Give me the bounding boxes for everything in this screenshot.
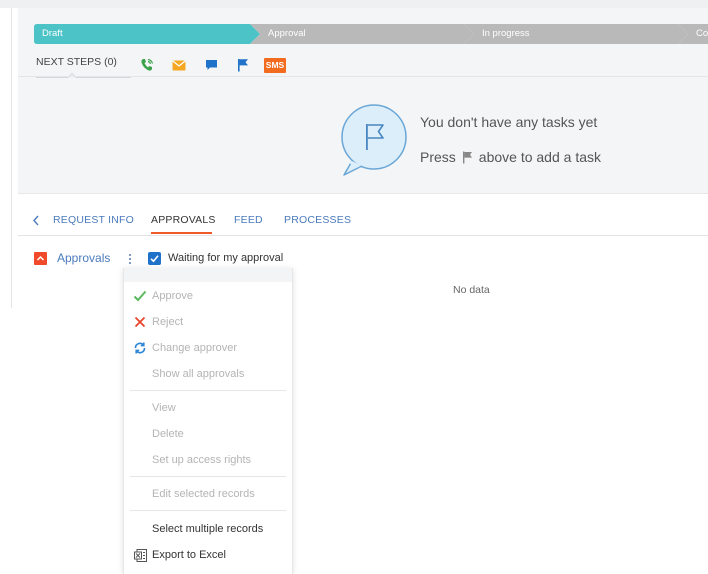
small-flag-icon bbox=[462, 151, 472, 163]
stage-in-progress[interactable]: In progress bbox=[464, 24, 688, 44]
active-tab-indicator bbox=[151, 232, 212, 234]
next-steps-caret bbox=[67, 72, 77, 82]
left-gutter bbox=[0, 8, 18, 574]
no-data-text: No data bbox=[453, 284, 490, 296]
menu-item-view-label: View bbox=[152, 402, 176, 414]
empty-tasks-hint-after: above to add a task bbox=[478, 149, 601, 165]
menu-item-edit-selected-records-label: Edit selected records bbox=[152, 488, 255, 500]
next-steps-divider bbox=[18, 76, 708, 77]
approvals-actions-menu: Approve Reject Change approver Show all … bbox=[123, 268, 293, 574]
top-strip bbox=[0, 0, 708, 8]
approvals-detail-header: Approvals Waiting for my approval bbox=[34, 250, 674, 268]
menu-item-delete-label: Delete bbox=[152, 428, 184, 440]
menu-item-export-to-excel-label: Export to Excel bbox=[152, 549, 226, 561]
chevron-up-icon bbox=[36, 255, 45, 261]
empty-tasks-hint-before: Press bbox=[420, 149, 456, 165]
menu-item-select-multiple-records-label: Select multiple records bbox=[152, 523, 264, 535]
left-divider bbox=[11, 8, 12, 308]
tab-request-info[interactable]: REQUEST INFO bbox=[53, 214, 134, 226]
tab-approvals[interactable]: APPROVALS bbox=[151, 214, 216, 226]
empty-tasks-title: You don't have any tasks yet bbox=[420, 114, 598, 130]
stage-draft-shape bbox=[34, 24, 260, 44]
menu-separator bbox=[130, 390, 286, 391]
tab-feed[interactable]: FEED bbox=[234, 214, 263, 226]
checkmark-icon bbox=[150, 255, 159, 263]
menu-top-band bbox=[124, 268, 292, 282]
waiting-for-approval-checkbox[interactable] bbox=[148, 252, 161, 265]
chevron-left-icon[interactable] bbox=[32, 215, 40, 226]
stage-in-progress-label: In progress bbox=[482, 28, 530, 39]
menu-item-approve-label: Approve bbox=[152, 290, 193, 302]
menu-item-show-all-approvals-label: Show all approvals bbox=[152, 368, 245, 380]
menu-item-change-approver-label: Change approver bbox=[152, 342, 238, 354]
tab-processes[interactable]: PROCESSES bbox=[284, 214, 351, 226]
stage-bar: Draft Approval In progress Com bbox=[34, 24, 708, 44]
record-header-panel: Draft Approval In progress Com NEXT STEP… bbox=[18, 8, 708, 194]
stage-completed-label: Com bbox=[696, 28, 708, 39]
menu-item-set-up-access-rights[interactable]: Set up access rights bbox=[124, 449, 292, 471]
stage-draft-label: Draft bbox=[42, 28, 63, 39]
menu-item-set-up-access-rights-label: Set up access rights bbox=[152, 454, 252, 466]
stage-draft[interactable]: Draft bbox=[34, 24, 260, 44]
envelope-icon[interactable] bbox=[168, 56, 190, 74]
menu-item-approve[interactable]: Approve bbox=[124, 285, 292, 307]
menu-separator bbox=[130, 510, 286, 511]
flag-icon[interactable] bbox=[232, 56, 254, 74]
empty-tasks-flag-bubble-icon bbox=[341, 104, 407, 176]
sms-icon-label: SMS bbox=[264, 57, 286, 73]
checkmark-icon bbox=[132, 289, 148, 303]
menu-item-select-multiple-records[interactable]: Select multiple records bbox=[124, 518, 292, 540]
collapse-button[interactable] bbox=[34, 252, 47, 265]
refresh-icon bbox=[132, 341, 148, 355]
stage-completed[interactable]: Com bbox=[678, 24, 708, 44]
waiting-for-approval-label[interactable]: Waiting for my approval bbox=[168, 252, 283, 264]
menu-separator bbox=[130, 476, 286, 477]
detail-tabs: REQUEST INFO APPROVALS FEED PROCESSES bbox=[18, 208, 708, 236]
menu-item-export-to-excel[interactable]: Export to Excel bbox=[124, 544, 292, 566]
empty-tasks-hint: Press above to add a task bbox=[420, 149, 601, 165]
phone-icon[interactable] bbox=[136, 56, 158, 74]
stage-approval-label: Approval bbox=[268, 28, 306, 39]
menu-item-delete[interactable]: Delete bbox=[124, 423, 292, 445]
menu-item-reject-label: Reject bbox=[152, 316, 184, 328]
stage-approval[interactable]: Approval bbox=[250, 24, 474, 44]
next-steps-label[interactable]: NEXT STEPS (0) bbox=[36, 56, 117, 68]
menu-item-edit-selected-records[interactable]: Edit selected records bbox=[124, 483, 292, 505]
excel-icon bbox=[132, 548, 148, 562]
x-icon bbox=[132, 315, 148, 329]
sms-icon[interactable]: SMS bbox=[264, 56, 286, 74]
next-steps-underline bbox=[36, 77, 131, 78]
menu-item-view[interactable]: View bbox=[124, 397, 292, 419]
menu-item-change-approver[interactable]: Change approver bbox=[124, 337, 292, 359]
menu-item-reject[interactable]: Reject bbox=[124, 311, 292, 333]
chat-icon[interactable] bbox=[200, 56, 222, 74]
approvals-title[interactable]: Approvals bbox=[57, 251, 110, 265]
menu-item-show-all-approvals[interactable]: Show all approvals bbox=[124, 363, 292, 385]
next-steps-actions: SMS bbox=[136, 56, 286, 74]
kebab-menu-icon[interactable] bbox=[126, 252, 134, 266]
